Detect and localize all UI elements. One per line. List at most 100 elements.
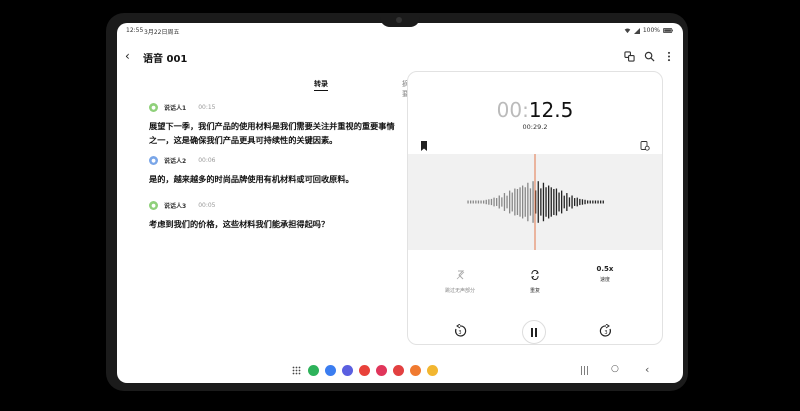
wifi-icon	[624, 28, 631, 33]
dock-app-phone-icon[interactable]	[308, 365, 319, 376]
svg-text:3: 3	[458, 330, 461, 336]
waveform-bar	[493, 197, 495, 207]
speaker-timestamp[interactable]: 00:15	[198, 104, 215, 111]
dock-app-gallery-icon[interactable]	[376, 365, 387, 376]
transcript-text: 是的，越来越多的时尚品牌使用有机材料或可回收原料。	[149, 174, 354, 184]
svg-text:3: 3	[604, 330, 607, 336]
export-document-icon[interactable]	[640, 141, 650, 151]
speaker-name[interactable]: 说话人3	[164, 201, 186, 210]
waveform-bar	[524, 187, 526, 217]
more-options-icon[interactable]	[663, 50, 675, 62]
waveform-bar	[480, 200, 482, 204]
elapsed-seconds: 12.5	[528, 98, 574, 122]
waveform-bar	[472, 200, 474, 204]
battery-icon	[663, 28, 673, 33]
repeat-control[interactable]: 重复	[505, 265, 565, 294]
waveform-bar	[602, 200, 604, 204]
waveform-bar	[503, 193, 506, 211]
speaker-avatar-icon: ●	[149, 201, 158, 210]
waveform-bar	[555, 188, 558, 216]
dock-app-internet-icon[interactable]	[342, 365, 353, 376]
pause-icon	[531, 327, 537, 337]
signal-icon	[633, 27, 640, 34]
waveform-bar	[529, 188, 532, 216]
waveform-bar	[587, 200, 589, 204]
forward-icon: 3	[599, 324, 611, 337]
skip-silence-icon	[456, 270, 464, 280]
home-icon[interactable]: ○	[611, 364, 619, 374]
recording-title: 语音 001	[143, 54, 188, 65]
total-duration: 00:29.2	[522, 123, 548, 131]
waveform-bar	[511, 192, 513, 212]
dock-app-notes-icon[interactable]	[359, 365, 370, 376]
waveform-bar	[475, 200, 477, 204]
dock-app-camera-icon[interactable]	[393, 365, 404, 376]
recents-icon[interactable]: |||	[580, 366, 589, 376]
speaker-row: ● 说话人1 00:15	[149, 103, 215, 112]
dock-app-files-icon[interactable]	[427, 365, 438, 376]
elapsed-time: 00:12.5	[408, 98, 662, 122]
waveform-bar	[550, 187, 552, 217]
waveform-bar	[470, 200, 472, 204]
battery-percent: 100%	[642, 27, 660, 34]
speaker-name[interactable]: 说话人1	[164, 103, 186, 112]
rewind-icon: 3	[455, 324, 467, 337]
back-icon[interactable]: ‹	[125, 49, 130, 63]
toolbar-actions	[623, 50, 675, 62]
dock-app-messages-icon[interactable]	[325, 365, 336, 376]
waveform-bar	[568, 197, 571, 207]
speaker-name[interactable]: 说话人2	[164, 156, 186, 165]
player-panel: 00:12.5 00:29.2 跳过无声部分 重复 0.5x 速度 3 3	[407, 71, 663, 345]
search-icon[interactable]	[643, 50, 655, 62]
rewind-button[interactable]: 3	[449, 320, 471, 342]
tab-transcript[interactable]: 转录	[314, 79, 328, 89]
waveform-bar	[553, 188, 555, 216]
dock-app-contacts-icon[interactable]	[410, 365, 421, 376]
waveform-bar	[600, 200, 602, 204]
waveform-bar	[527, 182, 529, 222]
waveform-bar	[516, 188, 519, 216]
speaker-avatar-icon: ●	[149, 156, 158, 165]
app-drawer-icon[interactable]	[292, 366, 301, 375]
waveform-bar	[496, 198, 498, 206]
waveform-bar	[545, 187, 547, 217]
transcript-text: 展望下一季，我们产品的使用材料是我们需要关注并重视的重要事情之一，这是确保我们产…	[149, 121, 395, 145]
skip-silence-control[interactable]: 跳过无声部分	[430, 265, 490, 294]
translate-icon[interactable]	[623, 50, 635, 62]
waveform-bar	[542, 182, 545, 222]
speaker-timestamp[interactable]: 00:05	[198, 202, 215, 209]
waveform-bar	[589, 200, 591, 204]
nav-back-icon[interactable]: ‹	[645, 363, 649, 376]
waveform-bar	[563, 195, 565, 209]
speaker-timestamp[interactable]: 00:06	[198, 157, 215, 164]
waveform-bar	[501, 197, 503, 207]
waveform-bar	[561, 190, 563, 214]
bookmark-icon[interactable]	[420, 141, 428, 151]
waveform-bar	[558, 192, 560, 212]
pause-button[interactable]	[522, 320, 546, 344]
waveform-bar	[571, 195, 573, 209]
waveform-bar	[548, 185, 550, 219]
front-camera	[396, 17, 402, 23]
status-right: 100%	[624, 27, 673, 34]
waveform[interactable]	[408, 154, 662, 250]
speed-control[interactable]: 0.5x 速度	[575, 265, 635, 283]
waveform-bar	[483, 200, 485, 204]
screen: 12:55 3月22日周五 100% ‹ 语音 001 转录 摘要 ● 说话人1…	[117, 23, 683, 383]
waveform-bar	[506, 195, 508, 209]
speaker-avatar-icon: ●	[149, 103, 158, 112]
transcript-text: 考虑到我们的价格，这些材料我们能承担得起吗？	[149, 219, 330, 229]
forward-button[interactable]: 3	[595, 320, 617, 342]
speaker-row: ● 说话人2 00:06	[149, 156, 215, 165]
waveform-bar	[566, 193, 568, 211]
app-dock	[308, 365, 438, 376]
speaker-row: ● 说话人3 00:05	[149, 201, 215, 210]
waveform-bar	[579, 198, 581, 206]
waveform-bar	[594, 200, 597, 204]
repeat-label: 重复	[529, 288, 540, 294]
skip-silence-label: 跳过无声部分	[444, 288, 475, 294]
status-time: 12:55	[126, 27, 144, 34]
waveform-bars	[467, 154, 604, 250]
waveform-bar	[490, 198, 493, 206]
waveform-bar	[581, 199, 584, 205]
